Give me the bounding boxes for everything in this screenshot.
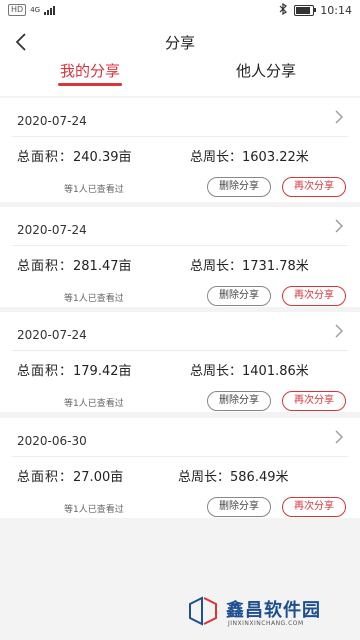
area-value: 27.00亩 xyxy=(73,470,124,485)
perimeter-label: 总周长： xyxy=(190,150,243,165)
watermark-name: 鑫昌软件园 xyxy=(226,600,321,621)
total-perimeter: 总周长：586.49米 xyxy=(178,466,289,485)
bluetooth-icon xyxy=(279,2,288,18)
watermark: 鑫昌软件园 JINXINXINCHANG.COM xyxy=(186,592,348,636)
area-value: 281.47亩 xyxy=(73,259,132,274)
share-again-button[interactable]: 再次分享 xyxy=(282,286,346,306)
status-bar: HD 4G 10:14 xyxy=(0,0,360,22)
watermark-logo-icon xyxy=(189,596,217,626)
share-card: 2020-07-24 总面积：281.47亩 总周长：1731.78米 等1人已… xyxy=(0,207,360,307)
header: 分享 我的分享 他人分享 xyxy=(0,22,360,96)
share-again-button[interactable]: 再次分享 xyxy=(282,497,346,517)
share-card: 2020-07-24 总面积：179.42亩 总周长：1401.86米 等1人已… xyxy=(0,312,360,412)
signal-icon xyxy=(44,5,56,15)
share-date: 2020-07-24 xyxy=(17,328,87,342)
battery-icon xyxy=(294,5,317,16)
share-date: 2020-06-30 xyxy=(17,434,87,448)
total-perimeter: 总周长：1731.78米 xyxy=(190,255,309,274)
perimeter-label: 总周长： xyxy=(178,470,231,485)
share-date: 2020-07-24 xyxy=(17,114,87,128)
perimeter-label: 总周长： xyxy=(190,259,243,274)
divider xyxy=(12,456,348,457)
status-left: HD 4G xyxy=(8,4,56,16)
share-card: 2020-07-24 总面积：240.39亩 总周长：1603.22米 等1人已… xyxy=(0,98,360,202)
tab-others-shares[interactable]: 他人分享 xyxy=(206,60,326,81)
delete-share-button[interactable]: 删除分享 xyxy=(207,286,271,306)
status-right: 10:14 xyxy=(279,2,352,18)
total-area: 总面积：281.47亩 xyxy=(17,255,132,274)
viewed-count: 等1人已查看过 xyxy=(64,185,124,195)
viewed-count: 等1人已查看过 xyxy=(64,399,124,409)
perimeter-label: 总周长： xyxy=(190,364,243,379)
area-label: 总面积： xyxy=(17,364,74,379)
total-perimeter: 总周长：1603.22米 xyxy=(190,146,309,165)
chevron-right-icon[interactable] xyxy=(334,219,344,233)
total-area: 总面积：240.39亩 xyxy=(17,146,132,165)
chevron-right-icon[interactable] xyxy=(334,430,344,444)
hd-badge: HD xyxy=(8,4,27,16)
watermark-url: JINXINXINCHANG.COM xyxy=(228,620,304,627)
divider xyxy=(12,136,348,137)
perimeter-value: 1401.86米 xyxy=(242,364,309,379)
area-value: 240.39亩 xyxy=(73,150,132,165)
delete-share-button[interactable]: 删除分享 xyxy=(207,391,271,411)
area-label: 总面积： xyxy=(17,470,74,485)
chevron-right-icon[interactable] xyxy=(334,110,344,124)
total-area: 总面积：179.42亩 xyxy=(17,360,132,379)
perimeter-value: 1731.78米 xyxy=(242,259,309,274)
area-value: 179.42亩 xyxy=(73,364,132,379)
delete-share-button[interactable]: 删除分享 xyxy=(207,177,271,197)
status-time: 10:14 xyxy=(320,4,352,17)
share-again-button[interactable]: 再次分享 xyxy=(282,391,346,411)
perimeter-value: 586.49米 xyxy=(230,470,289,485)
delete-share-button[interactable]: 删除分享 xyxy=(207,497,271,517)
viewed-count: 等1人已查看过 xyxy=(64,505,124,515)
tab-my-shares[interactable]: 我的分享 xyxy=(30,60,150,81)
share-again-button[interactable]: 再次分享 xyxy=(282,177,346,197)
chevron-right-icon[interactable] xyxy=(334,324,344,338)
perimeter-value: 1603.22米 xyxy=(242,150,309,165)
divider xyxy=(12,245,348,246)
network-label: 4G xyxy=(30,6,41,14)
divider xyxy=(12,350,348,351)
active-tab-indicator xyxy=(58,83,122,86)
share-card: 2020-06-30 总面积：27.00亩 总周长：586.49米 等1人已查看… xyxy=(0,418,360,518)
share-date: 2020-07-24 xyxy=(17,223,87,237)
page-title: 分享 xyxy=(164,34,195,52)
area-label: 总面积： xyxy=(17,150,74,165)
total-area: 总面积：27.00亩 xyxy=(17,466,123,485)
total-perimeter: 总周长：1401.86米 xyxy=(190,360,309,379)
battery-fill xyxy=(296,7,311,14)
area-label: 总面积： xyxy=(17,259,74,274)
viewed-count: 等1人已查看过 xyxy=(64,294,124,304)
